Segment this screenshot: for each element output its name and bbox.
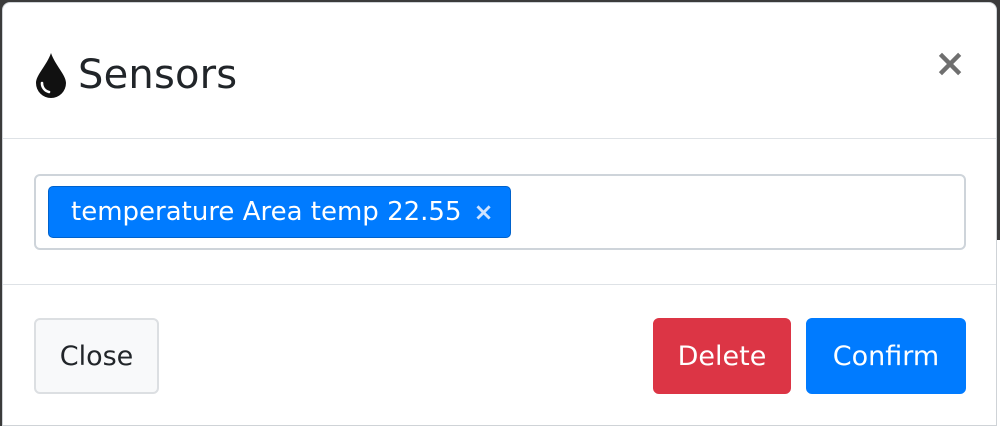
tag-remove-icon[interactable]: × [474,198,494,226]
modal-body: temperature Area temp 22.55 × [3,139,996,285]
sensors-modal: Sensors × temperature Area temp 22.55 × … [2,2,997,426]
confirm-button[interactable]: Confirm [806,318,966,394]
modal-footer: Close Delete Confirm [3,285,996,425]
close-button[interactable]: Close [34,318,159,394]
sensor-tag: temperature Area temp 22.55 × [48,186,511,238]
modal-header: Sensors × [3,3,996,139]
water-drop-icon [36,53,66,98]
close-icon[interactable]: × [934,43,966,83]
modal-title: Sensors [78,52,238,98]
sensor-tag-input[interactable]: temperature Area temp 22.55 × [34,174,966,250]
modal-title-group: Sensors [34,47,237,103]
sensor-tag-label: temperature Area temp 22.55 [71,197,462,227]
delete-button[interactable]: Delete [653,318,791,394]
